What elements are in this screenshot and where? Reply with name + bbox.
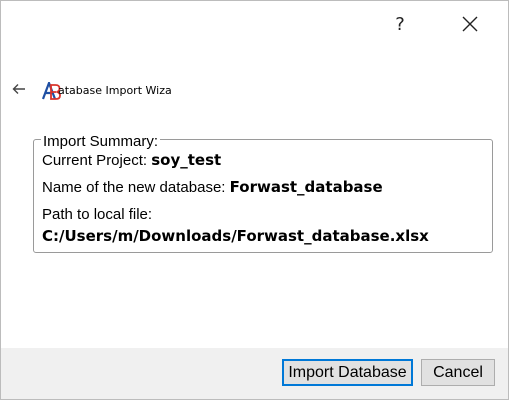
cancel-button[interactable]: Cancel	[421, 359, 495, 386]
current-project-row: Current Project: soy_test	[42, 151, 221, 170]
help-button[interactable]: ?	[380, 8, 420, 40]
file-path-row: C:/Users/m/Downloads/Forwast_database.xl…	[42, 227, 429, 246]
current-project-value: soy_test	[151, 151, 222, 169]
close-button[interactable]	[450, 8, 490, 40]
current-project-label: Current Project:	[42, 152, 148, 169]
wizard-title: atabase Import Wiza	[58, 84, 172, 97]
help-icon: ?	[395, 13, 405, 35]
close-icon	[462, 16, 478, 32]
file-path-value: C:/Users/m/Downloads/Forwast_database.xl…	[42, 227, 429, 245]
file-path-label: Path to local file:	[42, 206, 153, 223]
database-name-label: Name of the new database:	[42, 179, 226, 196]
database-name-row: Name of the new database: Forwast_databa…	[42, 178, 383, 197]
import-database-button[interactable]: Import Database	[282, 359, 413, 386]
back-arrow-icon	[12, 84, 25, 94]
database-name-value: Forwast_database	[229, 178, 383, 196]
import-summary-title: Import Summary:	[41, 133, 161, 151]
back-button[interactable]	[10, 80, 28, 98]
